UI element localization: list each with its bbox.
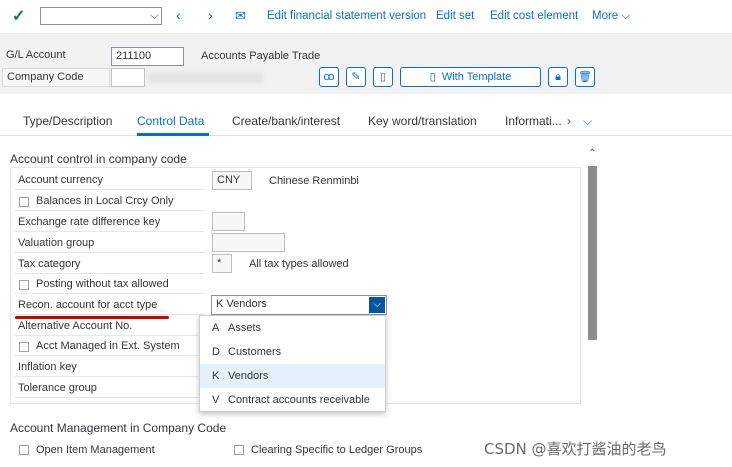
account-currency-label: Account currency	[14, 171, 204, 190]
with-template-label: With Template	[441, 71, 512, 83]
open-item-label: Open Item Management	[36, 444, 155, 456]
document-icon: ▯	[379, 71, 387, 83]
inflation-key-label: Inflation key	[14, 358, 204, 377]
option-key: D	[212, 346, 220, 358]
recon-account-select[interactable]: K Vendors ⌵	[211, 295, 387, 315]
option-text: Customers	[228, 346, 282, 358]
lock-button[interactable]: 🔒︎	[548, 67, 568, 87]
gl-account-description: Accounts Payable Trade	[201, 50, 321, 62]
edit-fs-version-link[interactable]: Edit financial statement version	[267, 10, 426, 22]
tolerance-group-label: Tolerance group	[14, 379, 204, 398]
gl-account-input[interactable]: 211100	[111, 47, 184, 66]
edit-cost-element-link[interactable]: Edit cost element	[490, 10, 578, 22]
dropdown-option-assets[interactable]: A Assets	[200, 316, 385, 340]
chevron-down-icon[interactable]: ⌵	[150, 8, 159, 23]
local-crcy-checkbox[interactable]	[19, 197, 29, 207]
display-glasses-button[interactable]: ꝏ	[319, 67, 339, 87]
tax-category-label: Tax category	[14, 255, 204, 274]
obscured-company-name	[148, 72, 263, 83]
document-icon: ▯	[429, 71, 436, 83]
with-template-button[interactable]: ▯ With Template	[400, 67, 541, 87]
lock-icon: 🔒︎	[555, 71, 561, 83]
confirm-check-icon[interactable]: ✓	[12, 6, 25, 26]
open-item-checkbox[interactable]	[19, 445, 29, 455]
tax-category-input[interactable]: *	[212, 254, 232, 273]
exchange-rate-input[interactable]	[212, 212, 245, 231]
option-key: V	[212, 394, 220, 406]
chevron-down-icon[interactable]: ⌵	[583, 114, 592, 129]
section-title-account-control: Account control in company code	[10, 152, 187, 166]
glasses-icon: ꝏ	[323, 71, 335, 83]
active-tab-indicator	[137, 133, 209, 136]
exchange-rate-label: Exchange rate difference key	[14, 213, 204, 232]
dropdown-option-contract-ar[interactable]: V Contract accounts receivable	[200, 388, 385, 412]
tab-information[interactable]: Informati...	[505, 114, 562, 128]
option-text: Contract accounts receivable	[228, 394, 370, 406]
collapse-section-icon[interactable]: ⌃	[588, 148, 596, 159]
tab-bar: Type/Description Control Data Create/ban…	[0, 104, 732, 136]
create-button[interactable]: ▯	[373, 67, 393, 87]
posting-no-tax-label: Posting without tax allowed	[14, 275, 204, 294]
local-crcy-label: Balances in Local Crcy Only	[14, 192, 204, 211]
alternative-account-label: Alternative Account No.	[14, 317, 204, 336]
chevron-right-icon[interactable]: ›	[567, 114, 571, 128]
edit-set-link[interactable]: Edit set	[436, 10, 474, 22]
clearing-ledger-checkbox[interactable]	[234, 445, 244, 455]
account-currency-description: Chinese Renminbi	[269, 175, 359, 187]
more-label: More	[592, 10, 619, 22]
option-text: Assets	[228, 322, 262, 334]
back-icon[interactable]: ‹	[176, 7, 181, 23]
acct-managed-label: Acct Managed in Ext. System	[14, 337, 204, 356]
forward-icon[interactable]: ›	[208, 7, 213, 23]
valuation-group-label: Valuation group	[14, 234, 204, 253]
gl-account-label: G/L Account	[6, 49, 66, 61]
option-key: A	[212, 322, 220, 334]
valuation-group-input[interactable]	[212, 233, 285, 252]
tab-keyword-translation[interactable]: Key word/translation	[368, 114, 477, 128]
posting-no-tax-checkbox[interactable]	[19, 280, 29, 290]
chevron-down-icon: ⌵	[621, 10, 631, 22]
watermark: CSDN @喜欢打酱油的老鸟	[484, 440, 667, 458]
mail-icon[interactable]: ✉	[235, 8, 246, 24]
more-menu[interactable]: More ⌵	[592, 10, 630, 23]
dropdown-option-vendors[interactable]: K Vendors	[200, 364, 385, 388]
chevron-down-icon[interactable]: ⌵	[369, 297, 385, 313]
recon-account-value: K Vendors	[216, 298, 267, 310]
option-key: K	[212, 370, 220, 382]
company-code-label: Company Code	[2, 68, 110, 87]
dropdown-option-customers[interactable]: D Customers	[200, 340, 385, 364]
delete-button[interactable]: 🗑︎	[575, 67, 595, 87]
tab-type-description[interactable]: Type/Description	[23, 114, 112, 128]
acct-managed-checkbox[interactable]	[19, 342, 29, 352]
account-currency-input[interactable]: CNY	[212, 171, 252, 190]
trash-icon: 🗑︎	[578, 71, 592, 83]
section-title-account-management: Account Management in Company Code	[10, 421, 227, 435]
command-field[interactable]: ⌵	[40, 7, 162, 25]
toolbar: ✓ ⌵ ‹ › ✉ Edit financial statement versi…	[0, 0, 732, 34]
tax-category-description: All tax types allowed	[249, 258, 349, 270]
option-text: Vendors	[228, 370, 269, 382]
recon-account-dropdown: A Assets D Customers K Vendors V Contract ac…	[199, 315, 386, 412]
recon-account-label: Recon. account for acct type	[14, 296, 204, 315]
tab-create-bank-interest[interactable]: Create/bank/interest	[232, 114, 340, 128]
scrollbar[interactable]	[588, 166, 597, 340]
edit-button[interactable]: ✎	[346, 67, 366, 87]
tab-control-data[interactable]: Control Data	[137, 114, 204, 128]
company-code-input[interactable]	[111, 68, 145, 87]
clearing-ledger-label: Clearing Specific to Ledger Groups	[251, 444, 423, 456]
pencil-icon: ✎	[351, 71, 361, 83]
